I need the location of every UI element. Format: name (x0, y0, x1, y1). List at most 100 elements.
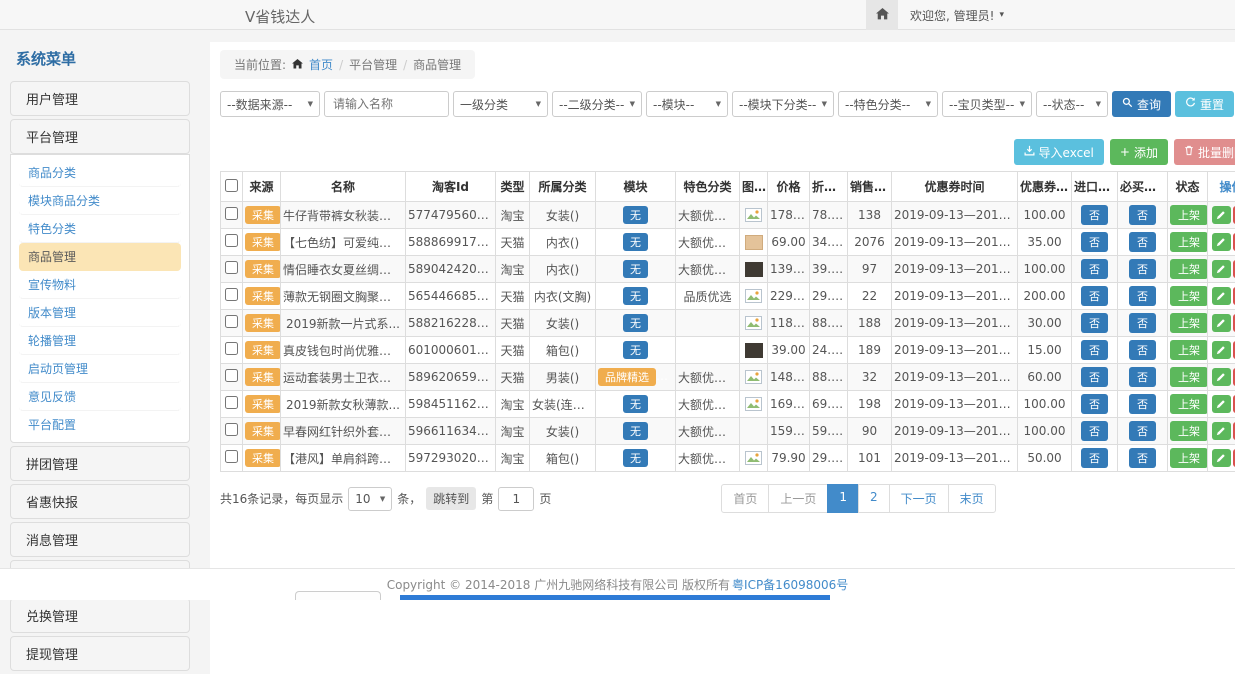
menu-user-manage[interactable]: 用户管理 (10, 81, 190, 116)
jump-button[interactable]: 跳转到 (426, 487, 476, 510)
must-buy-toggle[interactable]: 否 (1129, 421, 1156, 441)
page-button-2[interactable]: 2 (858, 484, 890, 513)
menu-groupbuy-manage[interactable]: 拼团管理 (10, 446, 190, 481)
sidebar-item-feature-category[interactable]: 特色分类 (19, 215, 181, 243)
breadcrumb-home-link[interactable]: 首页 (309, 56, 333, 73)
edit-button[interactable] (1212, 233, 1231, 251)
row-select-checkbox[interactable] (225, 261, 238, 274)
edit-icon (1216, 291, 1226, 301)
status-toggle[interactable]: 上架 (1170, 367, 1208, 387)
page-button-1[interactable]: 1 (827, 484, 859, 513)
sidebar-item-product-category[interactable]: 商品分类 (19, 159, 181, 187)
must-buy-toggle[interactable]: 否 (1129, 340, 1156, 360)
row-select-checkbox[interactable] (225, 450, 238, 463)
icp-link[interactable]: 粤ICP备16098006号 (732, 576, 848, 593)
status-toggle[interactable]: 上架 (1170, 259, 1208, 279)
menu-exchange-manage[interactable]: 兑换管理 (10, 598, 190, 633)
add-button[interactable]: +添加 (1110, 139, 1168, 165)
status-toggle[interactable]: 上架 (1170, 313, 1208, 333)
must-buy-toggle[interactable]: 否 (1129, 232, 1156, 252)
filter-level2-category[interactable]: --二级分类--▼ (552, 91, 642, 117)
import-select-toggle[interactable]: 否 (1081, 205, 1108, 225)
sales-count: 188 (848, 310, 892, 337)
filter-item-type[interactable]: --宝贝类型--▼ (942, 91, 1032, 117)
import-select-toggle[interactable]: 否 (1081, 421, 1108, 441)
must-buy-toggle[interactable]: 否 (1129, 394, 1156, 414)
edit-button[interactable] (1212, 395, 1231, 413)
row-select-checkbox[interactable] (225, 315, 238, 328)
import-excel-button[interactable]: 导入excel (1014, 139, 1104, 165)
sidebar-item-promo-material[interactable]: 宣传物料 (19, 271, 181, 299)
filter-module[interactable]: --模块--▼ (646, 91, 728, 117)
sidebar-item-platform-config[interactable]: 平台配置 (19, 411, 181, 438)
import-select-toggle[interactable]: 否 (1081, 313, 1108, 333)
select-all-checkbox[interactable] (225, 179, 238, 192)
import-select-toggle[interactable]: 否 (1081, 448, 1108, 468)
import-select-toggle[interactable]: 否 (1081, 232, 1108, 252)
search-icon (1122, 97, 1133, 111)
status-toggle[interactable]: 上架 (1170, 232, 1208, 252)
edit-button[interactable] (1212, 449, 1231, 467)
sidebar-item-splash-manage[interactable]: 启动页管理 (19, 355, 181, 383)
row-select-checkbox[interactable] (225, 369, 238, 382)
edit-button[interactable] (1212, 287, 1231, 305)
import-select-toggle[interactable]: 否 (1081, 340, 1108, 360)
import-select-toggle[interactable]: 否 (1081, 259, 1108, 279)
import-select-toggle[interactable]: 否 (1081, 394, 1108, 414)
menu-platform-manage[interactable]: 平台管理 (10, 119, 190, 154)
sidebar-item-feedback[interactable]: 意见反馈 (19, 383, 181, 411)
next-page-button[interactable]: 下一页 (889, 484, 949, 513)
row-select-checkbox[interactable] (225, 207, 238, 220)
must-buy-toggle[interactable]: 否 (1129, 259, 1156, 279)
menu-message-manage[interactable]: 消息管理 (10, 522, 190, 557)
status-toggle[interactable]: 上架 (1170, 448, 1208, 468)
feature-category: 大额优惠券 (676, 391, 740, 418)
home-button[interactable] (866, 0, 898, 30)
row-select-checkbox[interactable] (225, 234, 238, 247)
edit-button[interactable] (1212, 368, 1231, 386)
row-select-checkbox[interactable] (225, 396, 238, 409)
discount-price: 29.99 (810, 283, 848, 310)
edit-button[interactable] (1212, 341, 1231, 359)
filter-level1-category[interactable]: 一级分类▼ (453, 91, 548, 117)
status-toggle[interactable]: 上架 (1170, 205, 1208, 225)
filter-data-source[interactable]: --数据来源--▼ (220, 91, 320, 117)
batch-delete-button[interactable]: 批量删除 (1174, 139, 1235, 165)
row-select-checkbox[interactable] (225, 423, 238, 436)
search-button[interactable]: 查询 (1112, 91, 1171, 117)
import-select-toggle[interactable]: 否 (1081, 286, 1108, 306)
row-select-checkbox[interactable] (225, 342, 238, 355)
sidebar-item-version-manage[interactable]: 版本管理 (19, 299, 181, 327)
name-search-input[interactable] (324, 91, 449, 117)
must-buy-toggle[interactable]: 否 (1129, 367, 1156, 387)
sidebar-item-product-manage[interactable]: 商品管理 (19, 243, 181, 271)
import-select-toggle[interactable]: 否 (1081, 367, 1108, 387)
status-toggle[interactable]: 上架 (1170, 286, 1208, 306)
edit-button[interactable] (1212, 314, 1231, 332)
filter-status[interactable]: --状态--▼ (1036, 91, 1108, 117)
must-buy-toggle[interactable]: 否 (1129, 205, 1156, 225)
menu-saving-news[interactable]: 省惠快报 (10, 484, 190, 519)
edit-button[interactable] (1212, 422, 1231, 440)
menu-withdraw-manage[interactable]: 提现管理 (10, 636, 190, 671)
edit-button[interactable] (1212, 206, 1231, 224)
page-size-select[interactable]: 10▼ (348, 487, 392, 511)
must-buy-toggle[interactable]: 否 (1129, 286, 1156, 306)
reset-button[interactable]: 重置 (1175, 91, 1234, 117)
prev-page-button[interactable]: 上一页 (768, 484, 828, 513)
edit-button[interactable] (1212, 260, 1231, 278)
filter-feature-category[interactable]: --特色分类--▼ (838, 91, 938, 117)
sidebar-item-carousel-manage[interactable]: 轮播管理 (19, 327, 181, 355)
status-toggle[interactable]: 上架 (1170, 421, 1208, 441)
sidebar-item-module-product-category[interactable]: 模块商品分类 (19, 187, 181, 215)
filter-module-subcategory[interactable]: --模块下分类--▼ (732, 91, 834, 117)
must-buy-toggle[interactable]: 否 (1129, 448, 1156, 468)
must-buy-toggle[interactable]: 否 (1129, 313, 1156, 333)
row-select-checkbox[interactable] (225, 288, 238, 301)
status-toggle[interactable]: 上架 (1170, 394, 1208, 414)
status-toggle[interactable]: 上架 (1170, 340, 1208, 360)
user-menu[interactable]: 欢迎您, 管理员! ▾ (910, 7, 1004, 24)
last-page-button[interactable]: 末页 (948, 484, 996, 513)
page-number-input[interactable] (498, 487, 534, 511)
first-page-button[interactable]: 首页 (721, 484, 769, 513)
